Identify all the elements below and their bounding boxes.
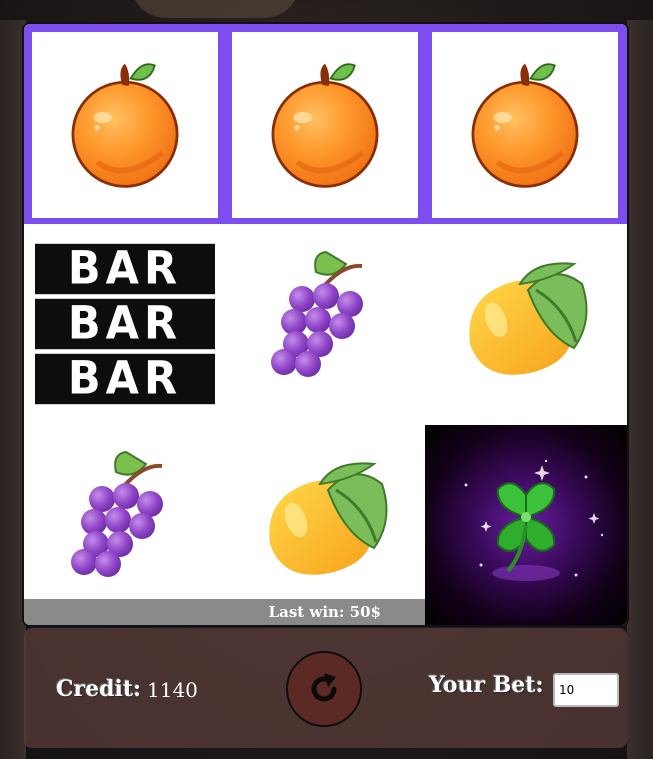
background-left xyxy=(0,20,26,759)
lemon-icon xyxy=(267,461,388,577)
grapes-icon xyxy=(69,450,165,579)
clover-icon xyxy=(464,459,604,581)
reel-3-row-2 xyxy=(424,224,624,424)
orange-icon xyxy=(232,32,418,218)
bar-label: BAR xyxy=(35,244,215,295)
bar-label: BAR xyxy=(35,298,215,350)
slot-machine: BAR BAR BAR Last win: 50$ xyxy=(24,24,627,625)
bet-label: Your Bet: xyxy=(429,672,544,698)
last-win-banner: Last win: 50$ xyxy=(24,599,425,625)
reel-2-row-1 xyxy=(232,32,418,218)
winning-row-highlight xyxy=(24,24,627,224)
credit-label: Credit: xyxy=(56,676,142,702)
reel-1-row-1 xyxy=(32,32,218,218)
control-panel: Credit: 1140 Your Bet: xyxy=(24,628,627,748)
bar-label: BAR xyxy=(35,353,215,405)
lemon-icon xyxy=(467,261,588,377)
refresh-icon xyxy=(311,673,337,702)
spin-button[interactable] xyxy=(286,651,362,727)
grapes-icon xyxy=(269,250,365,379)
reel-3-row-1 xyxy=(432,32,618,218)
background-right xyxy=(627,20,653,759)
reel-2-row-3 xyxy=(224,424,424,624)
credit-value: 1140 xyxy=(147,678,198,702)
reel-1-row-3 xyxy=(24,424,224,624)
orange-icon xyxy=(32,32,218,218)
reel-2-row-2 xyxy=(224,224,424,424)
bet-input[interactable] xyxy=(553,673,619,707)
background-sign xyxy=(130,0,300,18)
orange-icon xyxy=(432,32,618,218)
reel-1-row-2: BAR BAR BAR xyxy=(24,224,224,424)
reel-3-row-3 xyxy=(425,425,627,625)
